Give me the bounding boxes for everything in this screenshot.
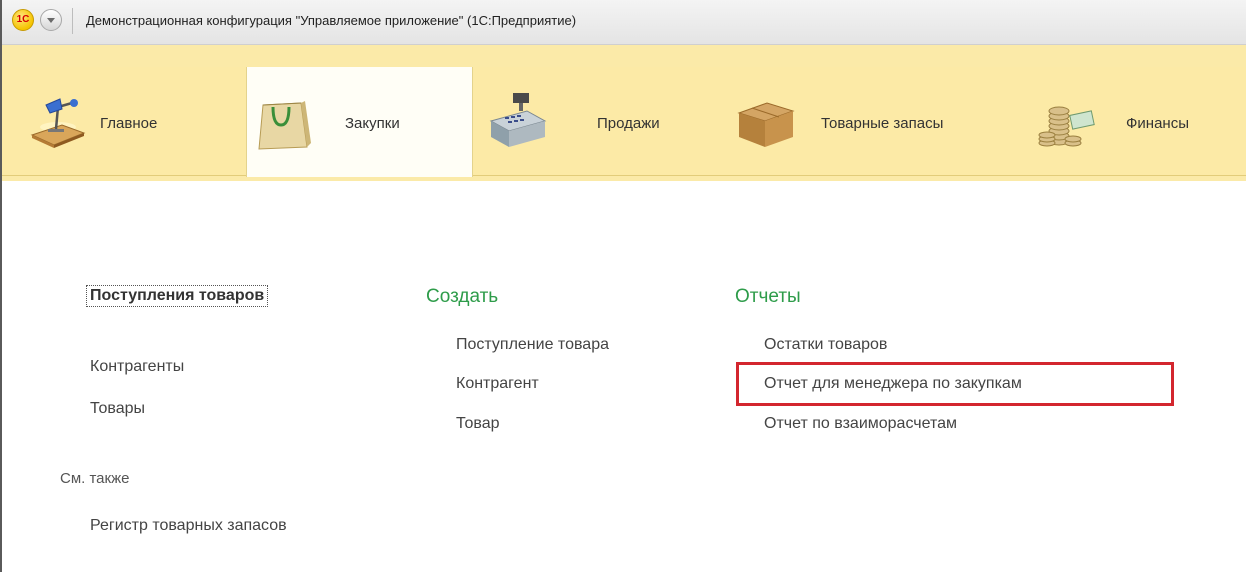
coins-money-icon xyxy=(1038,106,1095,147)
app-logo-text: 1C xyxy=(16,14,30,25)
cardboard-box-icon xyxy=(737,102,795,147)
desk-lamp-icon xyxy=(30,98,86,148)
nav-goods-link[interactable]: Товары xyxy=(90,400,145,418)
section-main-label: Главное xyxy=(100,115,158,132)
section-main[interactable]: Главное xyxy=(2,67,246,175)
window-left-edge xyxy=(0,0,2,572)
section-finance-label: Финансы xyxy=(1126,115,1189,132)
nav-inventory-register-link[interactable]: Регистр товарных запасов xyxy=(90,517,287,535)
section-purchases-label: Закупки xyxy=(345,115,400,132)
section-sales[interactable]: Продажи xyxy=(473,67,723,175)
app-logo-icon[interactable]: 1C xyxy=(12,9,34,31)
section-inventory[interactable]: Товарные запасы xyxy=(723,67,1013,175)
nav-goods-receipts-link[interactable]: Поступления товаров xyxy=(86,285,269,307)
highlight-frame xyxy=(736,362,1174,406)
sections-panel: Главное Закупки Продажи Товарные запасы … xyxy=(2,45,1246,181)
see-also-title: См. также xyxy=(60,470,130,487)
create-group-title: Создать xyxy=(426,286,499,307)
section-finance[interactable]: Финансы xyxy=(1013,67,1246,175)
report-stock-balances-link[interactable]: Остатки товаров xyxy=(764,336,887,354)
create-goods-link[interactable]: Товар xyxy=(456,415,500,433)
titlebar-separator xyxy=(72,8,73,34)
cash-register-icon xyxy=(489,93,547,147)
window-titlebar: 1C Демонстрационная конфигурация "Управл… xyxy=(2,0,1246,45)
create-goods-receipt-link[interactable]: Поступление товара xyxy=(456,336,609,354)
create-counterparty-link[interactable]: Контрагент xyxy=(456,375,539,393)
window-title: Демонстрационная конфигурация "Управляем… xyxy=(86,13,577,28)
section-inventory-label: Товарные запасы xyxy=(821,115,944,132)
section-purchases[interactable]: Закупки xyxy=(246,67,473,177)
reports-group-title: Отчеты xyxy=(735,286,801,307)
section-sales-label: Продажи xyxy=(597,115,660,132)
nav-counterparties-link[interactable]: Контрагенты xyxy=(90,358,184,376)
report-settlements-link[interactable]: Отчет по взаиморасчетам xyxy=(764,415,957,433)
content-area: Поступления товаров Контрагенты Товары С… xyxy=(2,182,1246,572)
main-menu-button[interactable] xyxy=(40,9,62,31)
shopping-bag-icon xyxy=(258,101,311,150)
